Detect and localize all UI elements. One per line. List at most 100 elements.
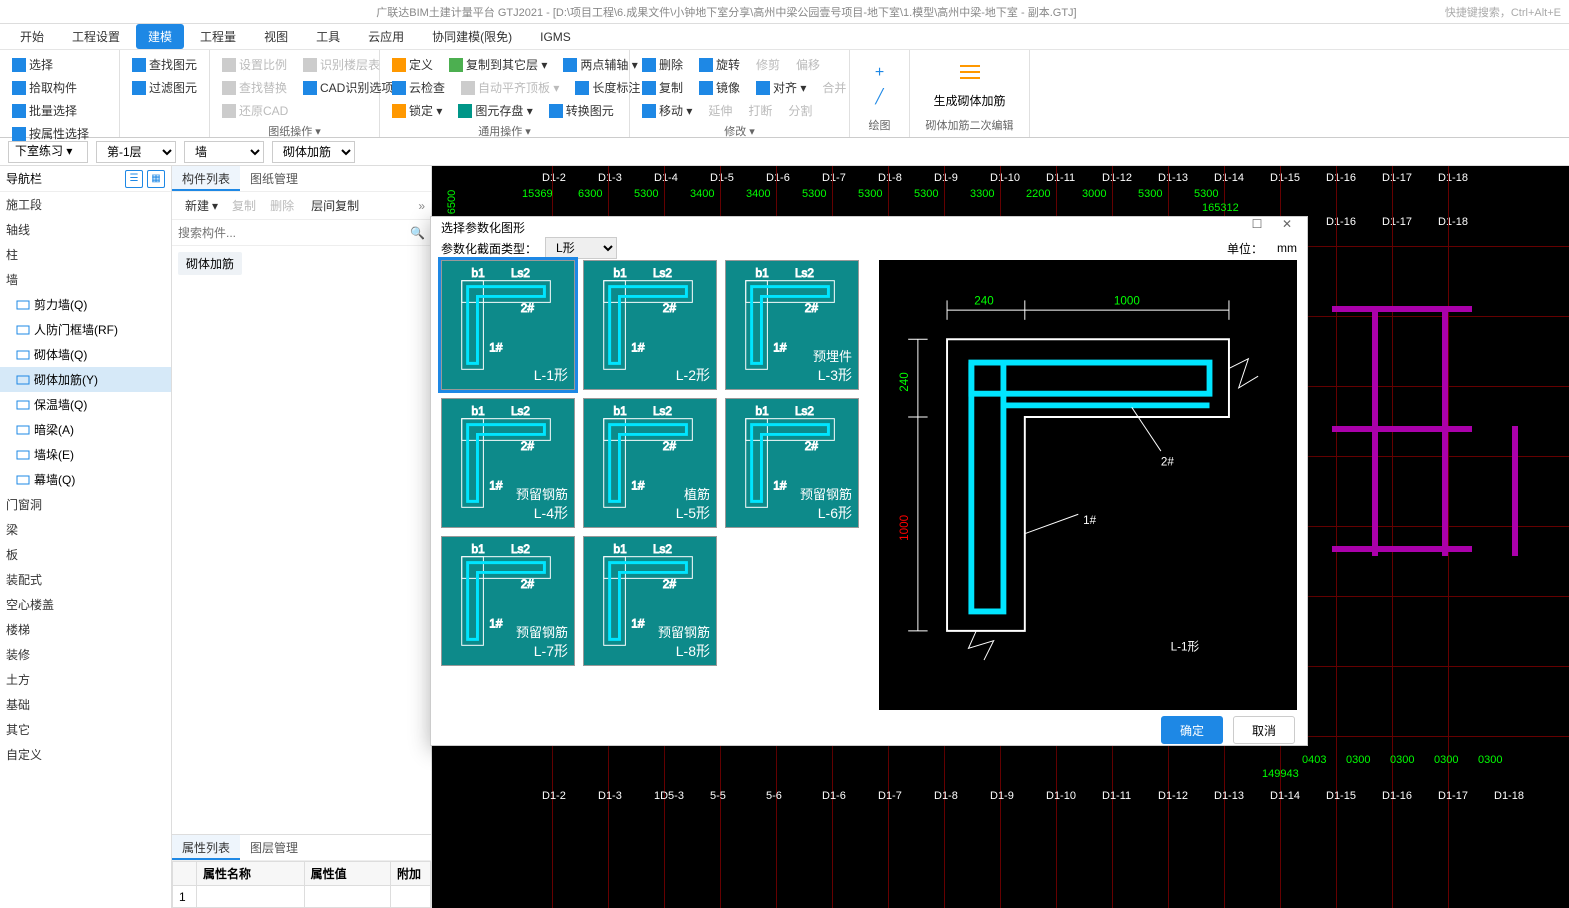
shape-option-5[interactable]: Ls2b12#1#预留钢筋L-6形 <box>725 398 859 528</box>
shortcut-search-hint[interactable]: 快捷键搜索，Ctrl+Alt+E <box>1445 4 1561 20</box>
convert-icon <box>549 104 563 118</box>
tab-start[interactable]: 开始 <box>8 24 56 49</box>
element-save[interactable]: 图元存盘 ▾ <box>454 100 536 121</box>
grid-label-top2: D1-17 <box>1382 216 1412 228</box>
nav-wall-item-7[interactable]: 幕墙(Q) <box>0 467 171 492</box>
convert-element[interactable]: 转换图元 <box>545 100 618 121</box>
copy-to-floor[interactable]: 复制到其它层 ▾ <box>445 54 551 75</box>
batch-select[interactable]: 批量选择 <box>8 100 111 121</box>
nav-section-column[interactable]: 柱 <box>0 242 171 267</box>
ok-button[interactable]: 确定 <box>1161 716 1223 744</box>
shape-option-3[interactable]: Ls2b12#1#预留钢筋L-4形 <box>441 398 575 528</box>
nav-view-grid-icon[interactable]: ▦ <box>147 170 165 188</box>
mirror-btn[interactable]: 镜像 <box>695 77 744 98</box>
tab-modeling[interactable]: 建模 <box>136 24 184 49</box>
copy-btn[interactable]: 复制 <box>638 77 687 98</box>
nav-section-construction[interactable]: 施工段 <box>0 192 171 217</box>
tab-view[interactable]: 视图 <box>252 24 300 49</box>
split-btn: 分割 <box>784 100 816 121</box>
svg-text:2#: 2# <box>521 439 535 453</box>
category-selector[interactable]: 墙 <box>184 141 264 163</box>
preview-dim-v1: 240 <box>898 371 911 391</box>
lock-btn[interactable]: 锁定 ▾ <box>388 100 446 121</box>
find-element[interactable]: 查找图元 <box>128 54 201 75</box>
tab-quantity[interactable]: 工程量 <box>188 24 248 49</box>
nav-section-other-4[interactable]: 空心楼盖 <box>0 592 171 617</box>
nav-wall-item-2[interactable]: 砌体墙(Q) <box>0 342 171 367</box>
nav-wall-item-6[interactable]: 墙垛(E) <box>0 442 171 467</box>
nav-section-other-10[interactable]: 自定义 <box>0 742 171 767</box>
nav-wall-item-0[interactable]: 剪力墙(Q) <box>0 292 171 317</box>
nav-wall-item-1[interactable]: 人防门框墙(RF) <box>0 317 171 342</box>
tab-cloud[interactable]: 云应用 <box>356 24 416 49</box>
select-main[interactable]: 选择 <box>8 54 111 75</box>
modify-group-label[interactable]: 修改 ▾ <box>638 121 841 139</box>
recognize-floor: 识别楼层表 <box>299 54 384 75</box>
nav-section-axis[interactable]: 轴线 <box>0 217 171 242</box>
filter-element[interactable]: 过滤图元 <box>128 77 201 98</box>
move-btn[interactable]: 移动 ▾ <box>638 100 696 121</box>
nav-view-list-icon[interactable]: ☰ <box>125 170 143 188</box>
generate-masonry-rebar[interactable]: 生成砌体加筋 <box>918 54 1021 115</box>
grid-label-top: D1-8 <box>878 172 902 184</box>
nav-section-other-6[interactable]: 装修 <box>0 642 171 667</box>
search-icon[interactable]: 🔍 <box>410 226 425 240</box>
draw-point[interactable]: + <box>871 62 888 84</box>
grid-bottom-dim: 0300 <box>1390 754 1414 766</box>
grid-label-bottom: D1-3 <box>598 790 622 802</box>
nav-section-other-2[interactable]: 板 <box>0 542 171 567</box>
comp-item-masonry-rebar[interactable]: 砌体加筋 <box>178 252 242 275</box>
nav-wall-item-5[interactable]: 暗梁(A) <box>0 417 171 442</box>
floor-selector[interactable]: 第-1层 <box>96 141 176 163</box>
nav-section-other-0[interactable]: 门窗洞 <box>0 492 171 517</box>
dialog-maximize-icon[interactable]: ☐ <box>1247 217 1267 237</box>
nav-section-other-8[interactable]: 基础 <box>0 692 171 717</box>
prop-row[interactable]: 1 <box>173 886 431 908</box>
nav-wall-item-4[interactable]: 保温墙(Q) <box>0 392 171 417</box>
tab-collab[interactable]: 协同建模(限免) <box>420 24 524 49</box>
practice-selector[interactable]: 下室练习 ▾ <box>8 141 88 163</box>
cancel-button[interactable]: 取消 <box>1233 716 1295 744</box>
comp-list: 砌体加筋 <box>172 246 431 546</box>
general-group-label[interactable]: 通用操作 ▾ <box>388 121 621 139</box>
shape-option-1[interactable]: Ls2b12#1#L-2形 <box>583 260 717 390</box>
cloud-check[interactable]: 云检查 <box>388 77 449 98</box>
nav-section-wall[interactable]: 墙 <box>0 267 171 292</box>
drawing-group-label[interactable]: 图纸操作 ▾ <box>218 121 371 139</box>
tab-tools[interactable]: 工具 <box>304 24 352 49</box>
shape-option-4[interactable]: Ls2b12#1#植筋L-5形 <box>583 398 717 528</box>
dialog-close-icon[interactable]: ✕ <box>1277 217 1297 237</box>
grid-label-top: D1-7 <box>822 172 846 184</box>
tab-igms[interactable]: IGMS <box>528 26 583 48</box>
shape-option-0[interactable]: Ls2b12#1#L-1形 <box>441 260 575 390</box>
nav-section-other-7[interactable]: 土方 <box>0 667 171 692</box>
nav-wall-item-3[interactable]: 砌体加筋(Y) <box>0 367 171 392</box>
svg-text:2#: 2# <box>663 439 677 453</box>
tab-project-setup[interactable]: 工程设置 <box>60 24 132 49</box>
align-btn[interactable]: 对齐 ▾ <box>752 77 810 98</box>
comp-more-icon[interactable]: » <box>418 199 425 213</box>
grid-label-top: D1-10 <box>990 172 1020 184</box>
delete-btn[interactable]: 删除 <box>638 54 687 75</box>
nav-section-other-9[interactable]: 其它 <box>0 717 171 742</box>
new-component-btn[interactable]: 新建 ▾ <box>178 195 222 216</box>
section-type-select[interactable]: L形 <box>545 237 617 259</box>
comp-search-input[interactable] <box>178 226 410 240</box>
rotate-btn[interactable]: 旋转 <box>695 54 744 75</box>
layer-copy-btn[interactable]: 层间复制 <box>304 195 363 216</box>
tab-drawing-manage[interactable]: 图纸管理 <box>240 166 308 191</box>
nav-section-other-3[interactable]: 装配式 <box>0 567 171 592</box>
nav-section-other-5[interactable]: 楼梯 <box>0 617 171 642</box>
shape-option-7[interactable]: Ls2b12#1#预留钢筋L-8形 <box>583 536 717 666</box>
tab-component-list[interactable]: 构件列表 <box>172 166 240 191</box>
shape-option-2[interactable]: Ls2b12#1#预埋件L-3形 <box>725 260 859 390</box>
tab-layer-manage[interactable]: 图层管理 <box>240 835 308 860</box>
pick-element[interactable]: 拾取构件 <box>8 77 111 98</box>
nav-section-other-1[interactable]: 梁 <box>0 517 171 542</box>
component-selector[interactable]: 砌体加筋 <box>272 141 355 163</box>
tab-property-list[interactable]: 属性列表 <box>172 835 240 860</box>
app-title: 广联达BIM土建计量平台 GTJ2021 - [D:\项目工程\6.成果文件\小… <box>8 4 1445 20</box>
shape-option-6[interactable]: Ls2b12#1#预留钢筋L-7形 <box>441 536 575 666</box>
draw-line[interactable]: ╱ <box>871 86 887 107</box>
define-btn[interactable]: 定义 <box>388 54 437 75</box>
